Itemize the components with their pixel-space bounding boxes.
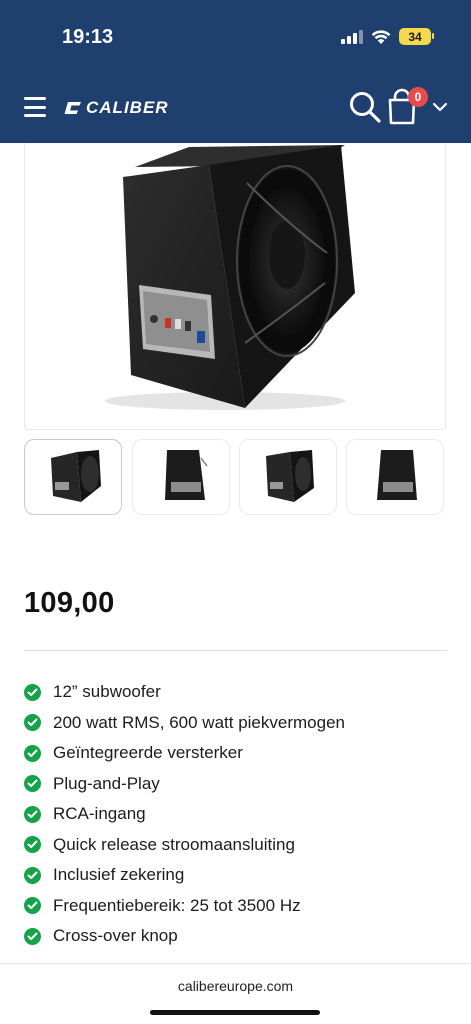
check-icon	[24, 744, 41, 762]
check-icon	[24, 683, 41, 701]
hamburger-menu-icon[interactable]	[24, 97, 46, 117]
app-header: 19:13 34 CALIBER 0	[0, 0, 471, 143]
check-icon	[24, 775, 41, 793]
feature-list: 12” subwoofer 200 watt RMS, 600 watt pie…	[24, 677, 345, 952]
browser-address-bar[interactable]: calibereurope.com	[0, 963, 471, 1024]
battery-icon: 34	[399, 28, 434, 45]
check-icon	[24, 714, 41, 732]
url-text[interactable]: calibereurope.com	[0, 978, 471, 994]
feature-text: Plug-and-Play	[53, 773, 160, 793]
feature-item: 12” subwoofer	[24, 677, 345, 708]
feature-item: Frequentiebereik: 25 tot 3500 Hz	[24, 891, 345, 922]
subwoofer-illustration	[105, 145, 355, 410]
check-icon	[24, 866, 41, 884]
feature-item: Plug-and-Play	[24, 769, 345, 800]
thumbnail-rear-icon	[377, 450, 417, 500]
thumbnail-back-icon	[165, 450, 208, 500]
feature-text: Geïntegreerde versterker	[53, 743, 243, 763]
feature-text: 200 watt RMS, 600 watt piekvermogen	[53, 712, 345, 732]
brand-name: CALIBER	[86, 98, 169, 117]
status-indicators: 34	[341, 28, 434, 45]
feature-item: Inclusief zekering	[24, 860, 345, 891]
feature-text: 12” subwoofer	[53, 682, 161, 702]
feature-text: Inclusief zekering	[53, 865, 185, 885]
product-price: 109,00	[24, 587, 115, 619]
feature-item: Quick release stroomaansluiting	[24, 830, 345, 861]
caliber-logo-icon	[64, 102, 81, 114]
check-icon	[24, 897, 41, 915]
product-thumbnails	[24, 439, 446, 515]
feature-item: 200 watt RMS, 600 watt piekvermogen	[24, 708, 345, 739]
check-icon	[24, 805, 41, 823]
feature-item: RCA-ingang	[24, 799, 345, 830]
feature-text: Frequentiebereik: 25 tot 3500 Hz	[53, 895, 301, 915]
feature-text: Cross-over knop	[53, 926, 178, 946]
feature-text: Quick release stroomaansluiting	[53, 834, 295, 854]
wifi-icon	[371, 29, 391, 44]
check-icon	[24, 927, 41, 945]
product-main-image[interactable]	[24, 143, 446, 430]
cart-count-badge: 0	[408, 87, 428, 107]
check-icon	[24, 836, 41, 854]
feature-item: Cross-over knop	[24, 921, 345, 952]
cellular-signal-icon	[341, 29, 363, 44]
thumbnail-3[interactable]	[239, 439, 337, 515]
thumbnail-angle-icon	[266, 450, 314, 502]
thumbnail-2[interactable]	[132, 439, 230, 515]
divider	[24, 650, 447, 651]
feature-text: RCA-ingang	[53, 804, 146, 824]
thumbnail-1[interactable]	[24, 439, 122, 515]
search-icon[interactable]	[348, 90, 382, 124]
chevron-down-icon[interactable]	[432, 101, 448, 113]
brand-logo[interactable]: CALIBER	[64, 98, 169, 118]
status-time: 19:13	[62, 26, 114, 48]
feature-item: Geïntegreerde versterker	[24, 738, 345, 769]
home-indicator[interactable]	[150, 1010, 320, 1015]
thumbnail-subwoofer-icon	[51, 450, 101, 502]
thumbnail-4[interactable]	[346, 439, 444, 515]
